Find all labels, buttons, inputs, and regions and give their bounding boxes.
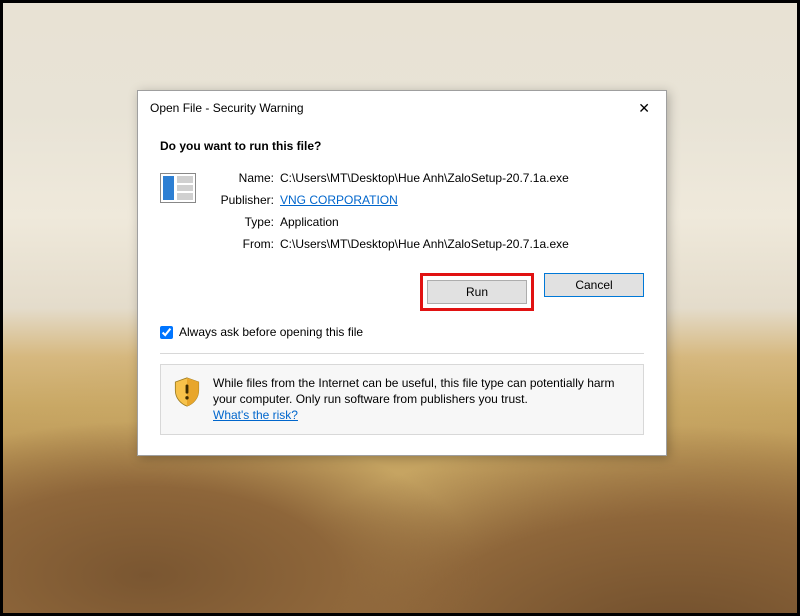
- dialog-actions: Run Cancel: [158, 273, 644, 311]
- always-ask-checkbox-row[interactable]: Always ask before opening this file: [160, 325, 646, 339]
- publisher-link[interactable]: VNG CORPORATION: [280, 193, 398, 207]
- warning-text-block: While files from the Internet can be use…: [213, 375, 631, 424]
- shield-warning-icon: [173, 377, 201, 407]
- type-value: Application: [280, 215, 569, 229]
- warning-text: While files from the Internet can be use…: [213, 376, 615, 406]
- warning-panel: While files from the Internet can be use…: [160, 364, 644, 435]
- close-button[interactable]: ✕: [632, 99, 656, 117]
- always-ask-checkbox[interactable]: [160, 326, 173, 339]
- dialog-content: Do you want to run this file? Name: C:\U…: [138, 123, 666, 455]
- security-warning-dialog: Open File - Security Warning ✕ Do you wa…: [137, 90, 667, 456]
- cancel-button[interactable]: Cancel: [544, 273, 644, 297]
- always-ask-label: Always ask before opening this file: [179, 325, 363, 339]
- dialog-title: Open File - Security Warning: [150, 101, 304, 115]
- type-label: Type:: [208, 215, 274, 229]
- publisher-label: Publisher:: [208, 193, 274, 207]
- divider: [160, 353, 644, 354]
- file-info: Name: C:\Users\MT\Desktop\Hue Anh\ZaloSe…: [158, 171, 646, 251]
- run-button-highlight: Run: [420, 273, 534, 311]
- dialog-heading: Do you want to run this file?: [160, 139, 646, 153]
- from-label: From:: [208, 237, 274, 251]
- name-value: C:\Users\MT\Desktop\Hue Anh\ZaloSetup-20…: [280, 171, 569, 185]
- from-value: C:\Users\MT\Desktop\Hue Anh\ZaloSetup-20…: [280, 237, 569, 251]
- file-fields: Name: C:\Users\MT\Desktop\Hue Anh\ZaloSe…: [208, 171, 569, 251]
- desktop-background: Open File - Security Warning ✕ Do you wa…: [3, 3, 797, 613]
- run-button[interactable]: Run: [427, 280, 527, 304]
- name-label: Name:: [208, 171, 274, 185]
- close-icon: ✕: [638, 100, 650, 116]
- application-icon: [160, 173, 196, 203]
- titlebar: Open File - Security Warning ✕: [138, 91, 666, 123]
- whats-the-risk-link[interactable]: What's the risk?: [213, 408, 298, 422]
